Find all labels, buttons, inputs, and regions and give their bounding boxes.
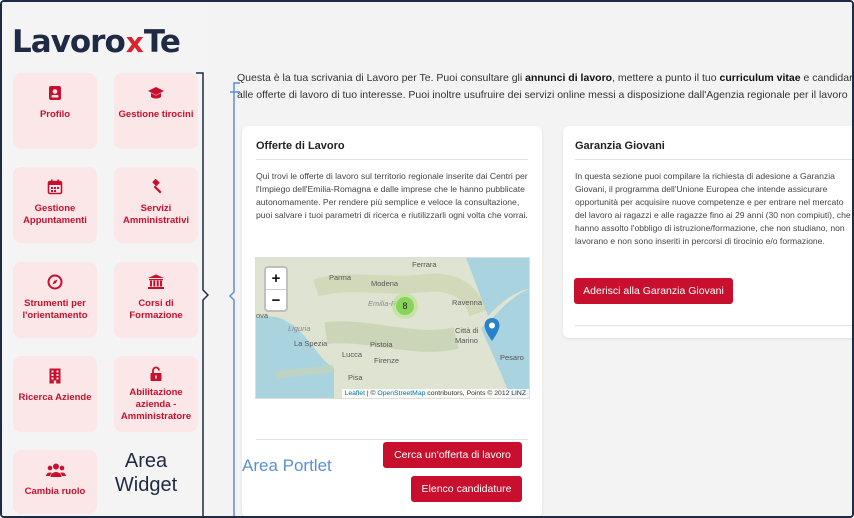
tile-profilo[interactable]: Profilo	[13, 73, 97, 149]
map-label-marino: Marino	[455, 336, 478, 345]
portlet-bracket	[228, 82, 240, 516]
divider	[256, 159, 528, 160]
garanzia-description: In questa sezione puoi compilare la rich…	[575, 171, 851, 246]
map-label-pisa: Pisa	[348, 373, 363, 382]
area-widget-label: Area Widget	[106, 449, 186, 497]
map-label-parma: Parma	[329, 273, 352, 282]
garanzia-title: Garanzia Giovani	[575, 140, 665, 152]
offerte-title: Offerte di Lavoro	[256, 140, 345, 152]
garanzia-giovani-card: Garanzia Giovani In questa sezione puoi …	[563, 126, 852, 338]
brand-x: x	[125, 26, 144, 59]
sidebar: LavoroxTe Profilo Gestione tirocini Gest…	[2, 2, 209, 516]
tile-ricerca-aziende[interactable]: Ricerca Aziende	[13, 356, 97, 432]
map-label-ferrara: Ferrara	[412, 260, 437, 269]
map-label-liguria: Liguria	[288, 324, 311, 333]
map-pin-icon[interactable]	[484, 318, 500, 342]
institution-icon	[147, 274, 165, 292]
tile-label: Profilo	[39, 109, 71, 120]
map-label-ova: ova	[256, 311, 269, 320]
intro-line-2: alle offerte di lavoro di tuo interesse.…	[237, 89, 848, 101]
map-cluster-marker[interactable]: 8	[392, 293, 418, 319]
brand-logo[interactable]: LavoroxTe	[12, 24, 181, 60]
elenco-candidature-button[interactable]: Elenco candidature	[411, 476, 522, 502]
tile-label: Cambia ruolo	[24, 486, 86, 497]
graduation-cap-icon	[147, 85, 165, 103]
map-label-pesaro: Pesaro	[500, 353, 524, 362]
tile-label: Abilitazione azienda - Amministratore	[120, 387, 192, 422]
main-area: Questa è la tua scrivania di Lavoro per …	[209, 2, 854, 516]
tile-gestione-tirocini[interactable]: Gestione tirocini	[114, 73, 198, 149]
map-zoom-control: + −	[264, 266, 288, 312]
map-label-pistoia: Pistoia	[370, 340, 393, 349]
aderisci-garanzia-button[interactable]: Aderisci alla Garanzia Giovani	[574, 278, 733, 304]
offerte-lavoro-card: Offerte di Lavoro Qui trovi le offerte d…	[242, 126, 542, 516]
area-portlet-label: Area Portlet	[242, 456, 332, 475]
cluster-count: 8	[396, 297, 414, 315]
map-attribution: Leaflet | © OpenStreetMap contributors, …	[341, 389, 529, 398]
offerte-description: Qui trovi le offerte di lavoro sul terri…	[256, 171, 528, 220]
area-widget-line2: Widget	[114, 474, 178, 496]
calendar-icon	[46, 179, 64, 197]
tile-cambia-ruolo[interactable]: Cambia ruolo	[13, 450, 97, 514]
map-label-citta: Città di	[455, 326, 479, 335]
cerca-offerta-button[interactable]: Cerca un'offerta di lavoro	[383, 442, 522, 468]
link-annunci[interactable]: annunci di lavoro	[525, 72, 612, 84]
map-label-ravenna: Ravenna	[452, 298, 483, 307]
link-curriculum[interactable]: curriculum vitae	[719, 72, 800, 84]
tile-label: Servizi Amministrativi	[123, 203, 189, 226]
tile-servizi-amministrativi[interactable]: Servizi Amministrativi	[114, 167, 198, 243]
tile-label: Corsi di Formazione	[129, 298, 183, 321]
person-badge-icon	[46, 85, 64, 103]
map-label-modena: Modena	[371, 279, 399, 288]
tile-gestione-appuntamenti[interactable]: Gestione Appuntamenti	[13, 167, 97, 243]
tile-abilitazione-azienda[interactable]: Abilitazione azienda - Amministratore	[114, 356, 198, 432]
building-icon	[46, 368, 64, 386]
zoom-in-button[interactable]: +	[266, 268, 286, 289]
map-label-firenze: Firenze	[374, 356, 400, 365]
tile-label: Strumenti per l'orientamento	[22, 298, 88, 321]
compass-icon	[46, 274, 64, 292]
map-label-lucca: Lucca	[342, 350, 363, 359]
divider	[575, 325, 852, 326]
intro-line-1: Questa è la tua scrivania di Lavoro per …	[237, 72, 854, 84]
widget-bracket	[196, 72, 209, 516]
area-widget-line1: Area	[124, 450, 168, 472]
divider	[256, 439, 528, 440]
tile-label: Ricerca Aziende	[18, 392, 92, 403]
unlock-icon	[147, 366, 165, 384]
tile-label: Gestione Appuntamenti	[23, 203, 87, 226]
gavel-icon	[147, 179, 165, 197]
offerte-map[interactable]: Ferrara Parma Modena Emilia-R Ravenna ov…	[255, 257, 530, 399]
tile-strumenti-orientamento[interactable]: Strumenti per l'orientamento	[13, 262, 97, 338]
leaflet-link[interactable]: Leaflet	[345, 390, 365, 397]
divider	[575, 159, 852, 160]
users-icon	[46, 462, 66, 480]
tile-corsi-formazione[interactable]: Corsi di Formazione	[114, 262, 198, 338]
tile-label: Gestione tirocini	[118, 109, 194, 120]
zoom-out-button[interactable]: −	[266, 289, 286, 310]
intro-text: Questa è la tua scrivania di Lavoro per …	[237, 70, 854, 104]
map-label-laspezia: La Spezia	[294, 339, 328, 348]
app-frame: LavoroxTe Profilo Gestione tirocini Gest…	[0, 0, 854, 518]
osm-link[interactable]: OpenStreetMap	[377, 390, 425, 397]
